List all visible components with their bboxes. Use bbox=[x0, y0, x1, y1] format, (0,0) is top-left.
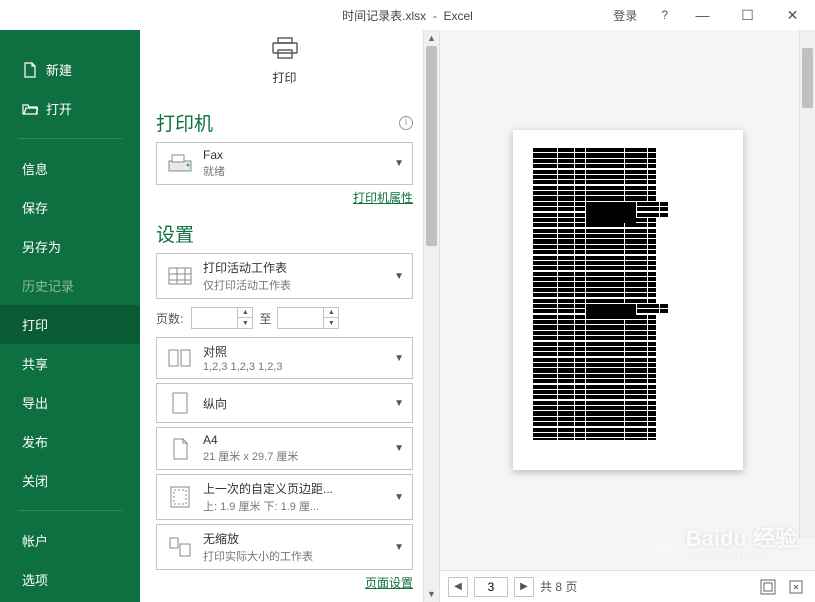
orientation-selector[interactable]: 纵向 ▼ bbox=[156, 383, 413, 423]
scale-icon bbox=[165, 533, 195, 561]
preview-page bbox=[513, 130, 743, 470]
page-total-label: 共 8 页 bbox=[540, 578, 577, 595]
sidebar-item-share[interactable]: 共享 bbox=[0, 344, 140, 383]
show-margins-button[interactable] bbox=[757, 576, 779, 598]
settings-heading: 设置 bbox=[156, 220, 413, 247]
print-settings-panel: 打印 打印机 i Fax 就绪 ▼ 打印机属性 设置 打印活动工作表 bbox=[140, 30, 440, 602]
settings-scrollbar[interactable]: ▲ ▼ bbox=[423, 30, 439, 602]
print-what-selector[interactable]: 打印活动工作表 仅打印活动工作表 ▼ bbox=[156, 253, 413, 299]
chevron-down-icon: ▼ bbox=[394, 398, 404, 409]
paper-size-selector[interactable]: A4 21 厘米 x 29.7 厘米 ▼ bbox=[156, 427, 413, 470]
collate-icon bbox=[165, 344, 195, 372]
sidebar-item-options[interactable]: 选项 bbox=[0, 560, 140, 599]
chevron-down-icon: ▼ bbox=[394, 271, 404, 282]
signin-link[interactable]: 登录 bbox=[601, 7, 649, 24]
spinner-down-icon[interactable]: ▼ bbox=[238, 318, 252, 328]
spinner-down-icon[interactable]: ▼ bbox=[324, 318, 338, 328]
minimize-button[interactable]: — bbox=[680, 0, 725, 30]
pages-label: 页数: bbox=[156, 310, 183, 327]
info-icon[interactable]: i bbox=[399, 116, 413, 130]
print-preview: ◀ ▶ 共 8 页 Baidu 经验 jingyan.baidu.com bbox=[440, 30, 815, 602]
sidebar-item-saveas[interactable]: 另存为 bbox=[0, 227, 140, 266]
next-page-button[interactable]: ▶ bbox=[514, 577, 534, 597]
preview-scrollbar[interactable] bbox=[799, 30, 815, 538]
sidebar-item-export[interactable]: 导出 bbox=[0, 383, 140, 422]
pages-from-input[interactable]: ▲▼ bbox=[191, 307, 253, 329]
zoom-to-page-button[interactable] bbox=[785, 576, 807, 598]
printer-selector[interactable]: Fax 就绪 ▼ bbox=[156, 142, 413, 185]
sidebar-item-save[interactable]: 保存 bbox=[0, 188, 140, 227]
pages-to-input[interactable]: ▲▼ bbox=[277, 307, 339, 329]
printer-icon bbox=[243, 37, 327, 65]
page-number-input[interactable] bbox=[474, 577, 508, 597]
paper-icon bbox=[165, 435, 195, 463]
sidebar-item-account[interactable]: 帐户 bbox=[0, 521, 140, 560]
sidebar-item-open[interactable]: 打开 bbox=[0, 89, 140, 128]
pages-row: 页数: ▲▼ 至 ▲▼ bbox=[156, 307, 413, 329]
chevron-down-icon: ▼ bbox=[394, 492, 404, 503]
sidebar-item-new[interactable]: 新建 bbox=[0, 50, 140, 89]
file-icon bbox=[22, 62, 38, 78]
sidebar-item-history: 历史记录 bbox=[0, 266, 140, 305]
chevron-down-icon: ▼ bbox=[394, 158, 404, 169]
sidebar-item-info[interactable]: 信息 bbox=[0, 149, 140, 188]
scaling-selector[interactable]: 无缩放 打印实际大小的工作表 ▼ bbox=[156, 524, 413, 570]
sheets-icon bbox=[165, 262, 195, 290]
margins-icon bbox=[165, 483, 195, 511]
sidebar-item-publish[interactable]: 发布 bbox=[0, 422, 140, 461]
scroll-up-icon[interactable]: ▲ bbox=[424, 30, 439, 46]
margins-selector[interactable]: 上一次的自定义页边距... 上: 1.9 厘米 下: 1.9 厘... ▼ bbox=[156, 474, 413, 520]
chevron-down-icon: ▼ bbox=[394, 353, 404, 364]
spinner-up-icon[interactable]: ▲ bbox=[238, 308, 252, 318]
folder-open-icon bbox=[22, 101, 38, 117]
backstage-sidebar: 新建 打开 信息 保存 另存为 历史记录 打印 共享 导出 发布 关闭 帐户 选… bbox=[0, 30, 140, 602]
spinner-up-icon[interactable]: ▲ bbox=[324, 308, 338, 318]
maximize-button[interactable]: ☐ bbox=[725, 0, 770, 30]
help-button[interactable]: ? bbox=[649, 8, 680, 22]
preview-toolbar: ◀ ▶ 共 8 页 bbox=[440, 570, 815, 602]
close-button[interactable]: ✕ bbox=[770, 0, 815, 30]
print-button[interactable]: 打印 bbox=[242, 30, 328, 95]
portrait-icon bbox=[165, 389, 195, 417]
chevron-down-icon: ▼ bbox=[394, 443, 404, 454]
printer-heading: 打印机 i bbox=[156, 109, 413, 136]
sidebar-item-print[interactable]: 打印 bbox=[0, 305, 140, 344]
pages-to-label: 至 bbox=[259, 310, 271, 327]
prev-page-button[interactable]: ◀ bbox=[448, 577, 468, 597]
sidebar-item-close[interactable]: 关闭 bbox=[0, 461, 140, 500]
fax-icon bbox=[165, 150, 195, 178]
titlebar: 时间记录表.xlsx - Excel 登录 ? — ☐ ✕ bbox=[0, 0, 815, 30]
page-setup-link[interactable]: 页面设置 bbox=[365, 576, 413, 590]
chevron-down-icon: ▼ bbox=[394, 542, 404, 553]
printer-properties-link[interactable]: 打印机属性 bbox=[353, 191, 413, 205]
scroll-down-icon[interactable]: ▼ bbox=[424, 586, 439, 602]
window-title: 时间记录表.xlsx - Excel bbox=[342, 7, 473, 24]
collate-selector[interactable]: 对照 1,2,3 1,2,3 1,2,3 ▼ bbox=[156, 337, 413, 379]
